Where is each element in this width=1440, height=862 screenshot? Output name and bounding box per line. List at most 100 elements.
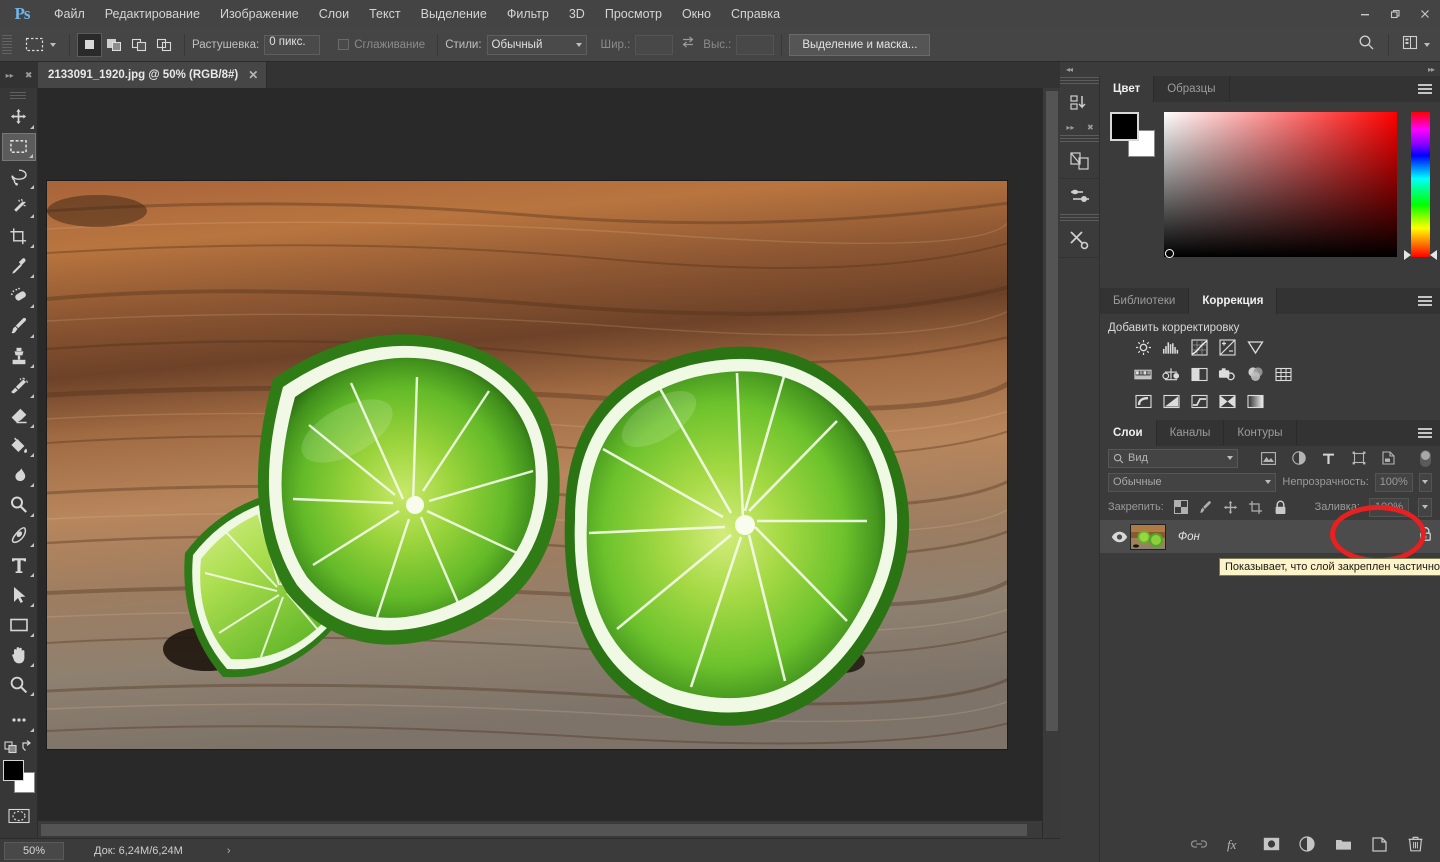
expand-panels-icon[interactable]: ▸▸ (1428, 65, 1435, 74)
menu-item-справка[interactable]: Справка (721, 0, 790, 28)
tool-hand[interactable] (2, 641, 36, 669)
select-and-mask-button[interactable]: Выделение и маска... (789, 33, 931, 56)
tool-type[interactable] (2, 551, 36, 579)
color-panel-menu-icon[interactable] (1418, 76, 1432, 102)
swap-dimensions-icon[interactable] (681, 35, 695, 54)
selective-color-icon[interactable] (1218, 392, 1236, 410)
filter-shape-icon[interactable] (1350, 450, 1367, 467)
collapse-icon[interactable]: ▸▸ (6, 71, 14, 80)
canvas-area[interactable] (38, 88, 1042, 838)
search-icon[interactable] (1358, 34, 1375, 56)
history-icon[interactable] (1060, 86, 1100, 120)
expand-icon[interactable]: ▸▸ (1066, 123, 1074, 132)
selection-mode-subtract[interactable] (127, 33, 152, 57)
properties-icon[interactable] (1060, 179, 1100, 213)
mini-dock-grip[interactable] (1060, 213, 1099, 223)
hue-saturation-icon[interactable] (1134, 365, 1152, 383)
document-tab-close-icon[interactable]: ✕ (248, 68, 258, 82)
new-fill-adjustment-icon[interactable] (1298, 835, 1316, 853)
layer-style-fx-icon[interactable]: fx (1226, 835, 1244, 853)
eye-icon[interactable] (1108, 531, 1130, 543)
height-input[interactable] (736, 34, 775, 55)
color-panel-swatches[interactable] (1110, 112, 1155, 158)
selection-mode-new[interactable] (77, 32, 102, 57)
menu-item-слои[interactable]: Слои (309, 0, 359, 28)
lock-image-icon[interactable] (1198, 499, 1214, 515)
layer-name[interactable]: Фон (1178, 531, 1200, 543)
lock-artboard-icon[interactable] (1248, 499, 1264, 515)
new-layer-icon[interactable] (1370, 835, 1388, 853)
tab-adjustments[interactable]: Коррекция (1189, 288, 1278, 314)
tool-dodge[interactable] (2, 491, 36, 519)
invert-icon[interactable] (1134, 392, 1152, 410)
selection-mode-intersect[interactable] (152, 33, 177, 57)
tab-layers[interactable]: Слои (1100, 420, 1157, 446)
tool-clone-stamp[interactable] (2, 342, 36, 370)
tab-color[interactable]: Цвет (1100, 76, 1155, 102)
link-layers-icon[interactable] (1190, 835, 1208, 853)
photo-filter-icon[interactable] (1218, 365, 1236, 383)
tool-move[interactable] (2, 103, 36, 131)
color-field-marker[interactable] (1165, 249, 1175, 258)
channel-mixer-icon[interactable] (1246, 365, 1264, 383)
tool-eyedropper[interactable] (2, 252, 36, 280)
curves-icon[interactable] (1190, 338, 1208, 356)
tool-gradient-paint-bucket[interactable] (2, 432, 36, 460)
menu-item-3d[interactable]: 3D (559, 0, 595, 28)
gradient-map-icon[interactable] (1246, 392, 1264, 410)
close-icon[interactable]: ✖ (25, 70, 33, 81)
image-canvas[interactable] (46, 180, 1008, 750)
menu-item-фильтр[interactable]: Фильтр (497, 0, 559, 28)
fill-value[interactable]: 100% (1369, 497, 1409, 517)
options-bar-grip[interactable] (2, 34, 12, 55)
filter-adjustment-icon[interactable] (1290, 450, 1307, 467)
foreground-color-swatch[interactable] (1110, 112, 1139, 141)
workspace-switcher-icon[interactable] (1402, 35, 1418, 55)
tab-channels[interactable]: Каналы (1157, 420, 1225, 446)
tool-magic-wand[interactable] (2, 193, 36, 221)
opacity-dropdown-icon[interactable] (1418, 472, 1432, 492)
blend-mode-select[interactable]: Обычные (1108, 472, 1277, 492)
tool-zoom[interactable] (2, 671, 36, 699)
layer-filter-select[interactable]: Вид (1108, 448, 1238, 468)
chevron-down-icon[interactable] (1424, 42, 1430, 47)
tool-healing-brush[interactable] (2, 282, 36, 310)
menu-item-выделение[interactable]: Выделение (411, 0, 497, 28)
tool-eraser[interactable] (2, 402, 36, 430)
new-group-icon[interactable] (1334, 835, 1352, 853)
tools-icon[interactable] (1060, 223, 1100, 257)
feather-input[interactable]: 0 пикс. (264, 34, 321, 55)
vibrance-icon[interactable] (1246, 338, 1264, 356)
hue-slider-handle-left[interactable] (1403, 250, 1411, 260)
threshold-icon[interactable] (1190, 392, 1208, 410)
hue-slider-handle-right[interactable] (1430, 250, 1437, 260)
menu-item-просмотр[interactable]: Просмотр (595, 0, 672, 28)
menu-item-файл[interactable]: Файл (44, 0, 95, 28)
layer-row[interactable]: Фон (1100, 520, 1440, 554)
hue-slider[interactable] (1403, 112, 1437, 260)
selection-mode-add[interactable] (102, 33, 127, 57)
tool-crop[interactable] (2, 222, 36, 250)
filter-enable-toggle[interactable] (1420, 449, 1431, 467)
color-balance-icon[interactable] (1162, 365, 1180, 383)
tool-brush[interactable] (2, 312, 36, 340)
color-lookup-icon[interactable] (1274, 365, 1292, 383)
layer-thumbnail[interactable] (1130, 523, 1166, 550)
lock-transparency-icon[interactable] (1173, 499, 1189, 515)
close-button[interactable] (1410, 0, 1440, 28)
scroll-thumb[interactable] (1046, 91, 1058, 731)
tool-blur[interactable] (2, 461, 36, 489)
filter-pixel-icon[interactable] (1260, 450, 1277, 467)
restore-button[interactable] (1380, 0, 1410, 28)
levels-icon[interactable] (1162, 338, 1180, 356)
tool-lasso[interactable] (2, 163, 36, 191)
posterize-icon[interactable] (1162, 392, 1180, 410)
status-expand-arrow[interactable]: › (227, 845, 231, 857)
menu-item-изображение[interactable]: Изображение (210, 0, 309, 28)
edit-toolbar-button[interactable] (2, 706, 36, 734)
canvas-vertical-scrollbar[interactable] (1042, 88, 1060, 838)
width-input[interactable] (635, 34, 674, 55)
layers-panel-menu-icon[interactable] (1418, 420, 1432, 446)
black-white-icon[interactable] (1190, 365, 1208, 383)
tool-preset-picker[interactable] (15, 33, 62, 57)
